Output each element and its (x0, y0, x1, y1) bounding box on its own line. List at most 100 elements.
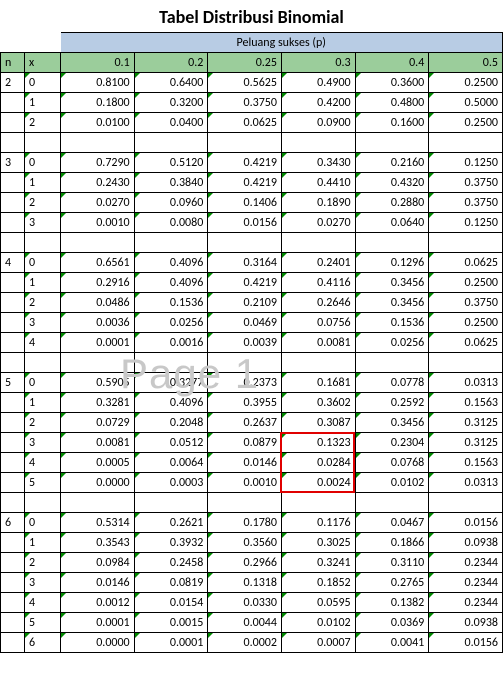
cell-value: 0.4800 (355, 93, 429, 113)
cell-value: 0.1852 (281, 573, 355, 593)
cell-value: 0.4096 (134, 393, 208, 413)
cell-value: 0.0015 (134, 613, 208, 633)
table-row: 40.00050.00640.01460.02840.07680.1563 (1, 453, 503, 473)
cell-x: 1 (25, 533, 61, 553)
cell-value: 0.0024 (281, 473, 355, 493)
cell-n (1, 613, 25, 633)
cell-value: 0.4096 (134, 253, 208, 273)
cell-value: 0.2621 (134, 513, 208, 533)
cell-x: 1 (25, 393, 61, 413)
cell-value: 0.0595 (281, 593, 355, 613)
cell-n (1, 453, 25, 473)
cell-value: 0.4900 (281, 73, 355, 93)
cell-value: 0.3602 (281, 393, 355, 413)
cell-value: 0.1866 (355, 533, 429, 553)
cell-value: 0.2344 (429, 553, 503, 573)
cell-value: 0.4410 (281, 173, 355, 193)
cell-value: 0.3456 (355, 413, 429, 433)
cell-value: 0.0256 (355, 333, 429, 353)
table-row: 20.07290.20480.26370.30870.34560.3125 (1, 413, 503, 433)
cell-value: 0.0102 (281, 613, 355, 633)
cell-x: 5 (25, 473, 61, 493)
cell-value: 0.2500 (429, 273, 503, 293)
table-row: 30.00360.02560.04690.07560.15360.2500 (1, 313, 503, 333)
cell-value: 0.3750 (208, 93, 282, 113)
header-peluang: Peluang sukses (p) (61, 33, 503, 53)
cell-value: 0.3125 (429, 413, 503, 433)
cell-value: 0.2592 (355, 393, 429, 413)
cell-n (1, 273, 25, 293)
cell-value: 0.5000 (429, 93, 503, 113)
table-row: 10.24300.38400.42190.44100.43200.3750 (1, 173, 503, 193)
cell-n (1, 313, 25, 333)
cell-value: 0.0044 (208, 613, 282, 633)
cell-value: 0.0984 (61, 553, 135, 573)
cell-value: 0.4219 (208, 173, 282, 193)
cell-x: 1 (25, 173, 61, 193)
cell-value: 0.2160 (355, 153, 429, 173)
table-row: 20.01000.04000.06250.09000.16000.2500 (1, 113, 503, 133)
cell-value: 0.0284 (281, 453, 355, 473)
cell-value: 0.0080 (134, 213, 208, 233)
cell-value: 0.0036 (61, 313, 135, 333)
cell-n (1, 193, 25, 213)
table-row: 50.00010.00150.00440.01020.03690.0938 (1, 613, 503, 633)
cell-value: 0.1563 (429, 453, 503, 473)
cell-value: 0.0330 (208, 593, 282, 613)
cell-value: 0.1681 (281, 373, 355, 393)
cell-value: 0.0000 (61, 473, 135, 493)
cell-x: 6 (25, 633, 61, 653)
cell-n (1, 173, 25, 193)
cell-value: 0.0002 (208, 633, 282, 653)
cell-value: 0.3750 (429, 193, 503, 213)
cell-value: 0.0900 (281, 113, 355, 133)
spacer-row (1, 493, 503, 513)
cell-value: 0.0467 (355, 513, 429, 533)
cell-value: 0.1250 (429, 213, 503, 233)
cell-value: 0.0625 (208, 113, 282, 133)
cell-value: 0.0064 (134, 453, 208, 473)
cell-value: 0.2458 (134, 553, 208, 573)
spacer-row (1, 133, 503, 153)
cell-x: 5 (25, 613, 61, 633)
table-row: 500.59050.32770.23730.16810.07780.0313 (1, 373, 503, 393)
cell-x: 2 (25, 193, 61, 213)
cell-value: 0.3543 (61, 533, 135, 553)
binomial-table: Peluang sukses (p) n x 0.1 0.2 0.25 0.3 … (0, 32, 503, 653)
header-p: 0.3 (281, 53, 355, 73)
cell-value: 0.3110 (355, 553, 429, 573)
cell-value: 0.4116 (281, 273, 355, 293)
cell-n (1, 553, 25, 573)
cell-value: 0.2646 (281, 293, 355, 313)
cell-value: 0.0156 (208, 213, 282, 233)
cell-value: 0.3456 (355, 273, 429, 293)
cell-value: 0.0756 (281, 313, 355, 333)
header-p: 0.1 (61, 53, 135, 73)
table-row: 20.04860.15360.21090.26460.34560.3750 (1, 293, 503, 313)
cell-n: 2 (1, 73, 25, 93)
table-row: 10.32810.40960.39550.36020.25920.1563 (1, 393, 503, 413)
cell-x: 2 (25, 553, 61, 573)
cell-value: 0.1536 (134, 293, 208, 313)
header-p: 0.5 (429, 53, 503, 73)
cell-x: 0 (25, 373, 61, 393)
cell-value: 0.3125 (429, 433, 503, 453)
cell-value: 0.0005 (61, 453, 135, 473)
cell-value: 0.4096 (134, 273, 208, 293)
cell-value: 0.0625 (429, 333, 503, 353)
cell-value: 0.0012 (61, 593, 135, 613)
cell-value: 0.0256 (134, 313, 208, 333)
cell-value: 0.1890 (281, 193, 355, 213)
cell-value: 0.5314 (61, 513, 135, 533)
header-row-cols: n x 0.1 0.2 0.25 0.3 0.4 0.5 (1, 53, 503, 73)
cell-value: 0.0146 (208, 453, 282, 473)
cell-value: 0.0938 (429, 613, 503, 633)
cell-value: 0.2344 (429, 593, 503, 613)
cell-value: 0.3087 (281, 413, 355, 433)
cell-value: 0.0486 (61, 293, 135, 313)
cell-value: 0.3241 (281, 553, 355, 573)
cell-value: 0.1250 (429, 153, 503, 173)
cell-x: 0 (25, 73, 61, 93)
spacer-row (1, 233, 503, 253)
cell-value: 0.0001 (134, 633, 208, 653)
